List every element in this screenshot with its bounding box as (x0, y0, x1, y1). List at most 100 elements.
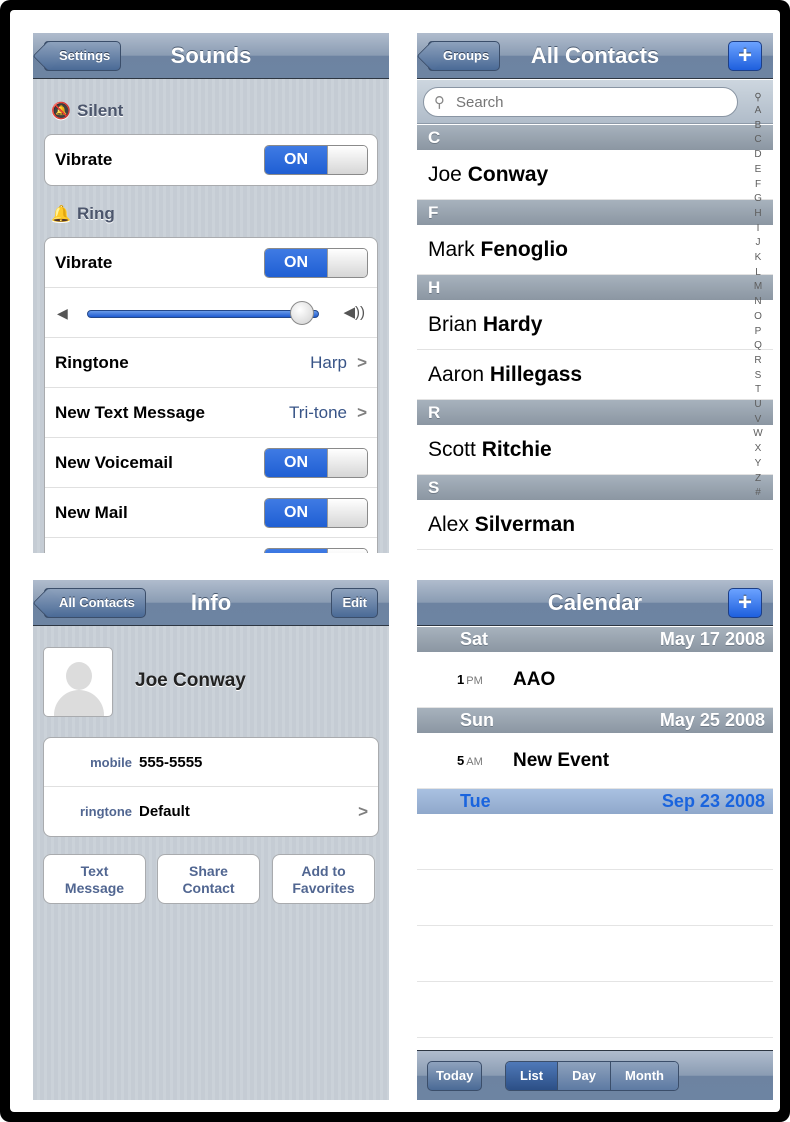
day-header: Sat May 17 2008 (417, 627, 773, 652)
search-input[interactable] (456, 92, 726, 112)
index-letter[interactable]: I (743, 222, 773, 237)
contact-last-name: Conway (467, 163, 549, 186)
ringtone-row[interactable]: Ringtone Harp > (45, 338, 377, 388)
silent-group: Vibrate ON (44, 134, 378, 186)
index-letter[interactable]: H (743, 207, 773, 222)
toggle-on-fill (265, 549, 327, 553)
index-letter[interactable]: K (743, 251, 773, 266)
event-ampm: AM (466, 756, 483, 768)
volume-slider-knob[interactable] (290, 301, 315, 325)
contacts-screen: All Contacts Groups + ⚲ CJoe ConwayFMark… (417, 33, 773, 553)
mobile-key: mobile (90, 755, 132, 770)
text-message-button[interactable]: Text Message (43, 854, 146, 904)
avatar[interactable] (43, 647, 113, 717)
section-index[interactable]: ⚲ A B C D E F G H I J K L M N O P Q R S T U V W X Y Z # (743, 91, 773, 501)
contact-row[interactable]: Alex Silverman (417, 500, 773, 550)
add-contact-button[interactable]: + (728, 41, 762, 71)
index-letter[interactable]: P (743, 325, 773, 340)
event-row[interactable]: 1 PM AAO (417, 652, 773, 708)
cut-off-toggle[interactable] (264, 548, 368, 553)
share-contact-button[interactable]: Share Contact (157, 854, 260, 904)
text-message-row[interactable]: New Text Message Tri-tone > (45, 388, 377, 438)
mobile-row[interactable]: mobile 555-5555 (44, 738, 378, 787)
empty-row (417, 870, 773, 926)
index-letter[interactable]: G (743, 192, 773, 207)
plus-icon: + (737, 42, 752, 69)
cut-off-row (45, 538, 377, 553)
add-event-button[interactable]: + (728, 588, 762, 618)
edit-button[interactable]: Edit (331, 588, 378, 618)
index-letter[interactable]: W (743, 427, 773, 442)
index-letter[interactable]: J (743, 236, 773, 251)
event-title: AAO (513, 669, 556, 690)
contact-row[interactable]: Scott Ritchie (417, 425, 773, 475)
day-header: Sun May 25 2008 (417, 708, 773, 733)
index-letter[interactable]: R (743, 354, 773, 369)
empty-row (417, 814, 773, 870)
search-icon[interactable]: ⚲ (743, 91, 773, 104)
info-screen: Info All Contacts Edit Joe Conway mobile… (33, 580, 389, 1100)
index-letter[interactable]: Z (743, 472, 773, 487)
toggle-knob (327, 549, 367, 553)
contact-row[interactable]: Mark Fenoglio (417, 225, 773, 275)
index-letter[interactable]: U (743, 398, 773, 413)
ring-vibrate-toggle[interactable]: ON (264, 248, 368, 278)
silent-section-header: 🔕 Silent (51, 96, 123, 126)
index-letter[interactable]: X (743, 442, 773, 457)
index-letter[interactable]: M (743, 280, 773, 295)
index-letter[interactable]: V (743, 413, 773, 428)
index-letter[interactable]: C (743, 133, 773, 148)
silent-vibrate-toggle[interactable]: ON (264, 145, 368, 175)
add-favorites-line1: Add to (301, 863, 346, 879)
today-button[interactable]: Today (427, 1061, 483, 1091)
index-letter[interactable]: S (743, 369, 773, 384)
section-header: F (417, 200, 773, 225)
search-field[interactable]: ⚲ (423, 87, 738, 117)
sounds-screen: Sounds Settings 🔕 Silent Vibrate ON 🔔 Ring… (33, 33, 389, 553)
index-letter[interactable]: B (743, 119, 773, 134)
new-mail-toggle[interactable]: ON (264, 498, 368, 528)
contact-row[interactable]: Joe Conway (417, 150, 773, 200)
contact-row[interactable]: Brian Hardy (417, 300, 773, 350)
index-letter[interactable]: # (743, 486, 773, 501)
index-letter[interactable]: N (743, 295, 773, 310)
settings-back-button[interactable]: Settings (44, 41, 122, 71)
index-letter[interactable]: F (743, 178, 773, 193)
index-letter[interactable]: Q (743, 339, 773, 354)
all-contacts-back-button[interactable]: All Contacts (44, 588, 146, 618)
event-hour: 1 (457, 672, 465, 687)
toggle-knob (327, 499, 367, 527)
view-segmented-control: List Day Month (505, 1061, 679, 1091)
silent-header-label: Silent (77, 101, 124, 120)
section-header: H (417, 275, 773, 300)
index-letter[interactable]: L (743, 266, 773, 281)
index-letter[interactable]: T (743, 383, 773, 398)
avatar-body (54, 690, 104, 716)
chevron-right-icon: > (357, 403, 367, 422)
index-letter[interactable]: E (743, 163, 773, 178)
search-icon: ⚲ (434, 94, 445, 111)
day-date: May 25 2008 (659, 710, 765, 730)
event-list: Sat May 17 2008 1 PM AAO Sun May 25 2008 5 AM New… (417, 627, 773, 1038)
new-mail-row: New Mail ON (45, 488, 377, 538)
index-letter[interactable]: A (743, 104, 773, 119)
voicemail-toggle[interactable]: ON (264, 448, 368, 478)
speaker-low-icon: ◀ (57, 305, 68, 321)
contact-last-name: Hardy (482, 313, 543, 336)
index-letter[interactable]: D (743, 148, 773, 163)
list-view-button[interactable]: List (506, 1062, 559, 1090)
speaker-high-icon: ◀)) (343, 304, 365, 321)
volume-slider-track[interactable] (87, 310, 319, 318)
contact-row[interactable]: Aaron Hillegass (417, 350, 773, 400)
contact-first-name: Alex (428, 513, 469, 536)
add-to-favorites-button[interactable]: Add to Favorites (272, 854, 375, 904)
month-view-button[interactable]: Month (610, 1062, 678, 1090)
ringtone-value: Harp (310, 353, 347, 372)
groups-back-button[interactable]: Groups (428, 41, 501, 71)
index-letter[interactable]: Y (743, 457, 773, 472)
day-view-button[interactable]: Day (558, 1062, 611, 1090)
silent-vibrate-label: Vibrate (55, 150, 113, 169)
event-row[interactable]: 5 AM New Event (417, 733, 773, 789)
index-letter[interactable]: O (743, 310, 773, 325)
ringtone-row[interactable]: ringtone Default > (44, 787, 378, 836)
